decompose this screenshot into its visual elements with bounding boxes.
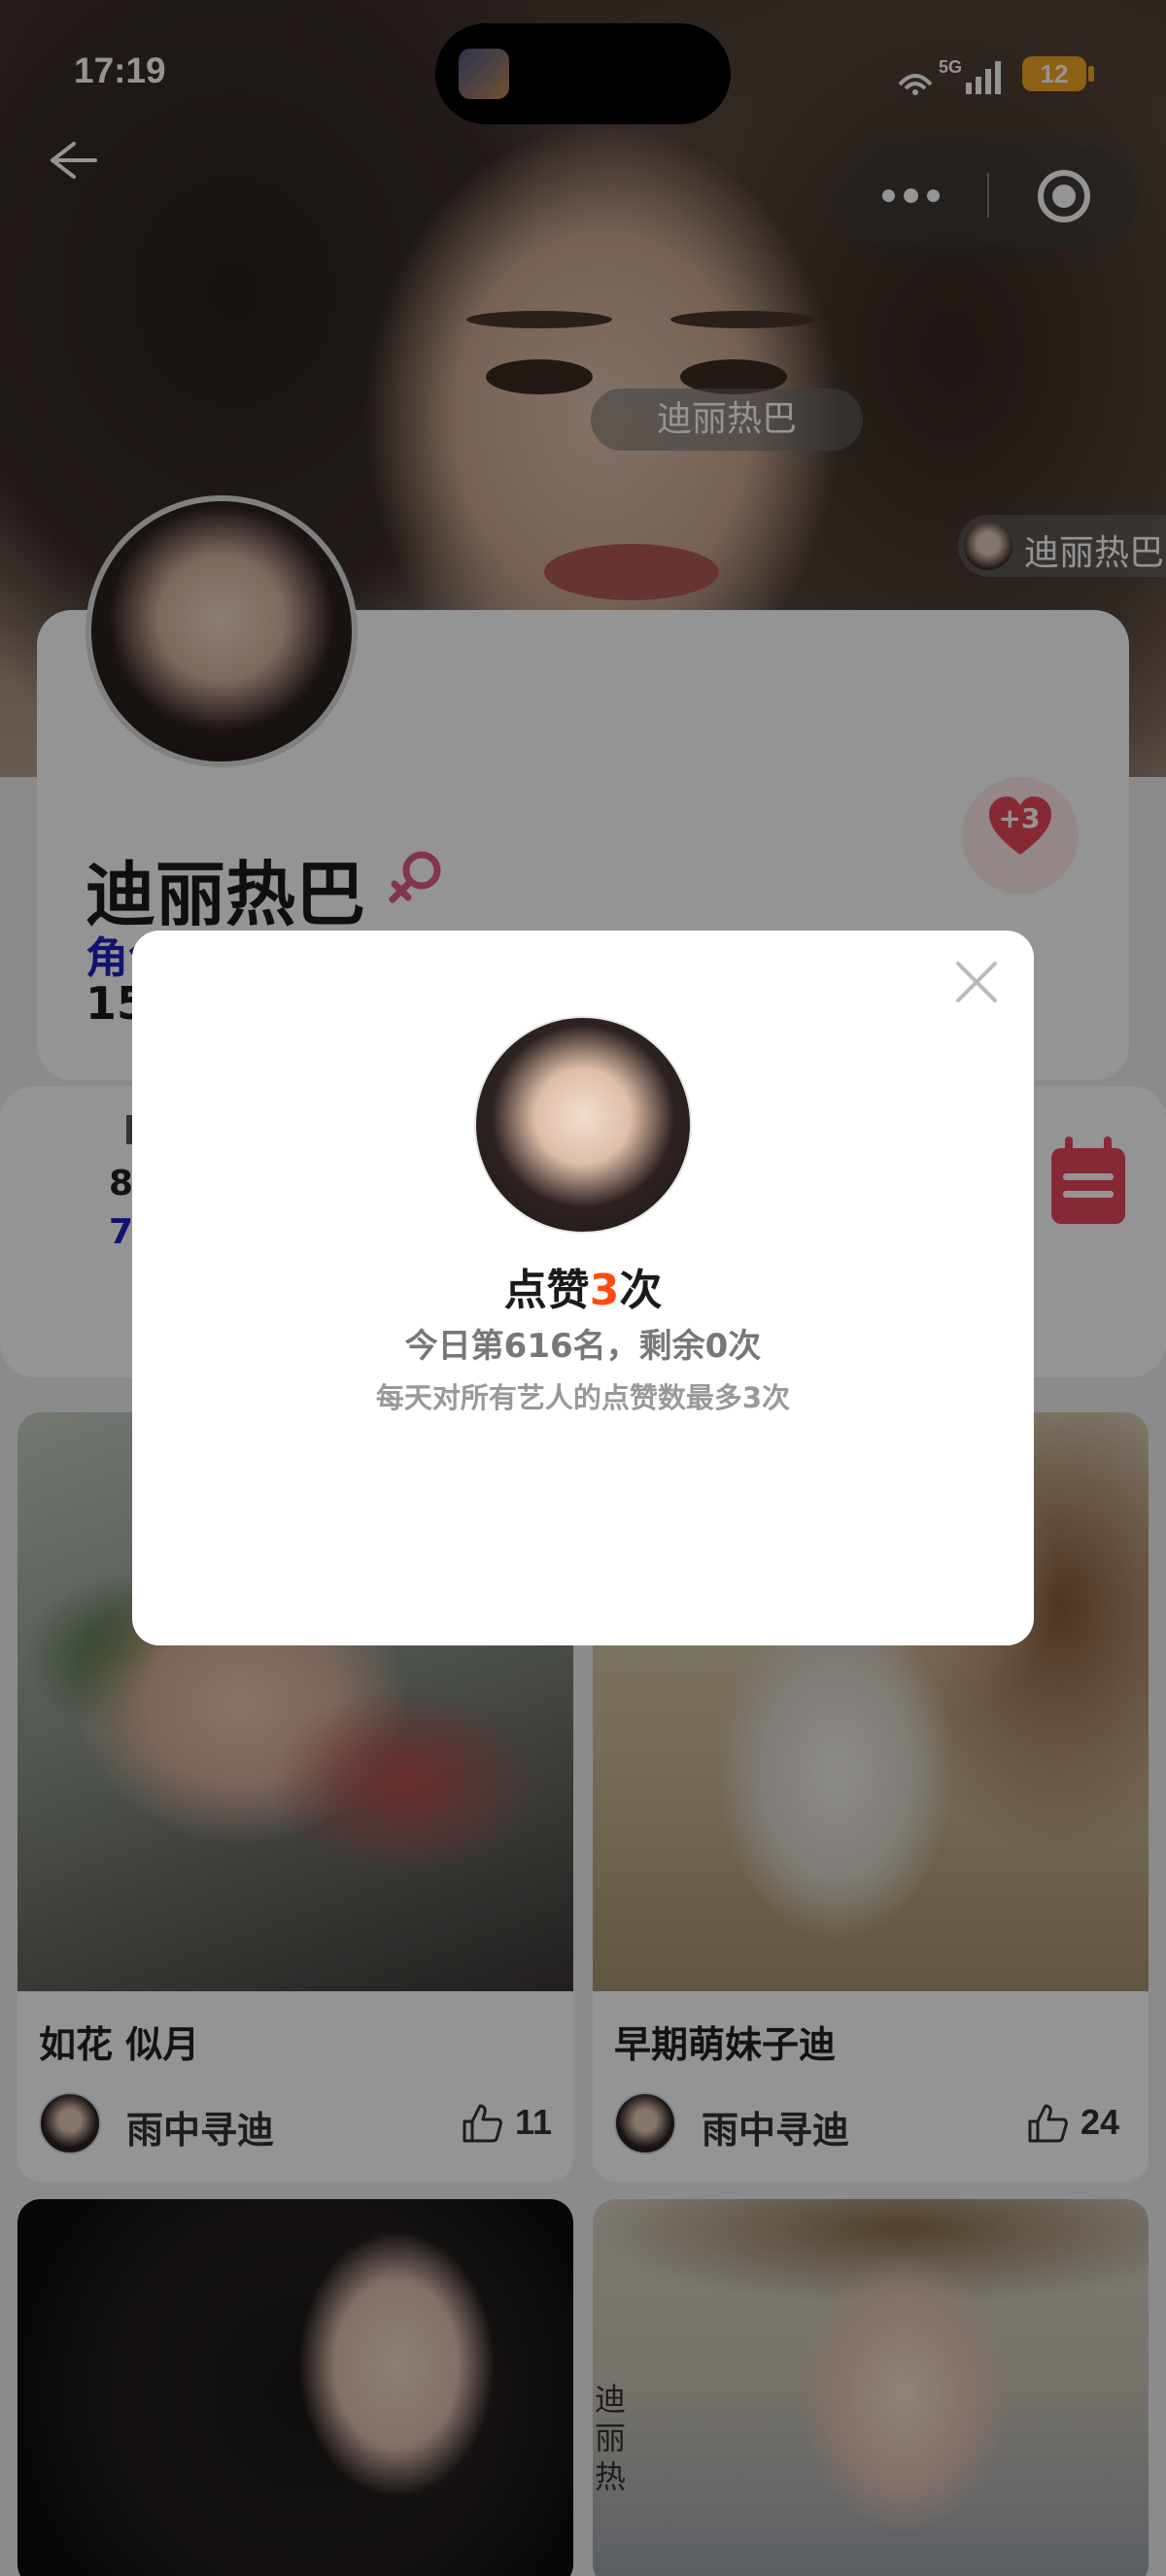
dialog-title-count: 3 <box>589 1266 620 1315</box>
dialog-title-suffix: 次 <box>619 1266 663 1315</box>
dialog-title: 点赞3次 <box>132 1255 1034 1317</box>
dialog-avatar <box>474 1016 692 1234</box>
dialog-title-prefix: 点赞 <box>503 1266 590 1315</box>
dialog-rank-text: 今日第616名，剩余0次 <box>404 1327 762 1366</box>
close-icon[interactable] <box>952 958 1001 1006</box>
dialog-note-text: 每天对所有艺人的点赞数最多3次 <box>375 1381 791 1414</box>
